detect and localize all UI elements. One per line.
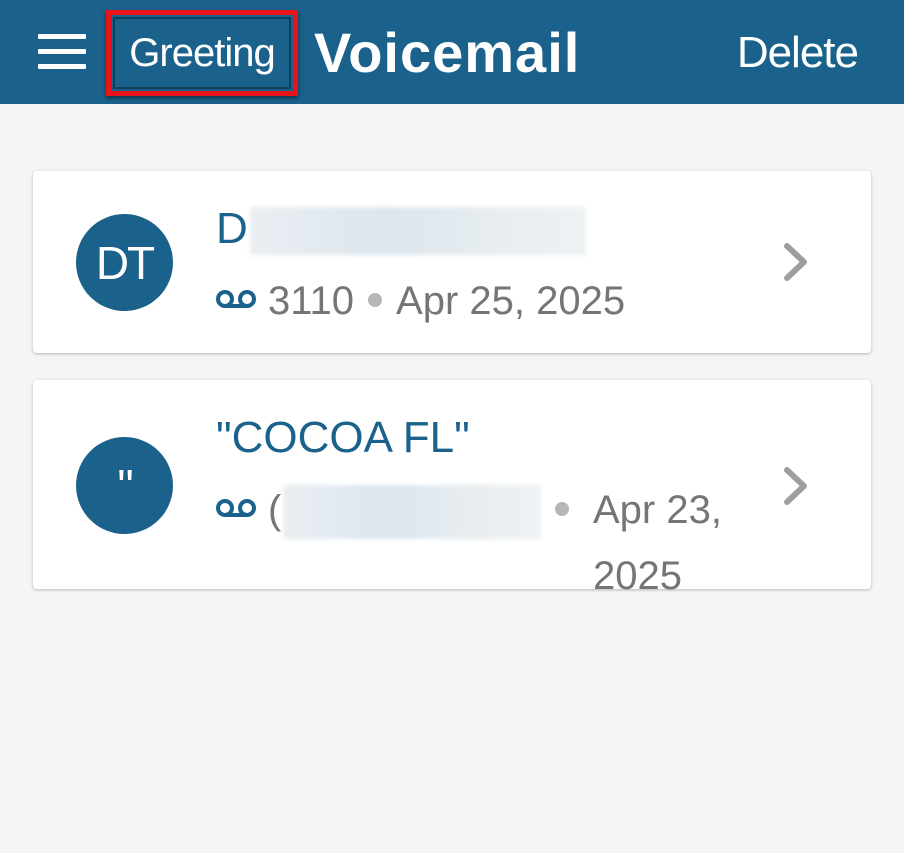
- caller-number: 3110: [268, 279, 355, 323]
- voicemail-date-line-1: Apr 23,: [593, 488, 722, 532]
- voicemail-meta: 3110 Apr 25, 2025: [216, 275, 625, 327]
- app-header: Greeting Voicemail Delete: [0, 0, 904, 104]
- separator-dot: [368, 293, 383, 308]
- page-title: Voicemail: [314, 21, 581, 84]
- voicemail-icon: [216, 290, 256, 309]
- voicemail-icon: [216, 499, 256, 518]
- voicemail-date: Apr 25, 2025: [396, 279, 626, 323]
- chevron-right-icon: [784, 243, 807, 281]
- voicemail-item-1[interactable]: DT D 3110 Apr 25, 2025: [33, 171, 871, 353]
- caller-name: "COCOA FL": [216, 413, 470, 462]
- voicemail-date-line-2: 2025: [593, 554, 682, 598]
- caller-number-prefix: (: [268, 488, 282, 532]
- delete-button[interactable]: Delete: [737, 24, 859, 82]
- voicemail-item-2[interactable]: " "COCOA FL" ( Apr 23, 2025: [33, 380, 871, 598]
- greeting-button[interactable]: Greeting: [106, 10, 298, 96]
- caller-name: D: [216, 201, 586, 257]
- greeting-button-label: Greeting: [129, 30, 275, 75]
- caller-number-redacted: [283, 485, 542, 540]
- avatar: DT: [76, 214, 173, 311]
- caller-name-visible: D: [216, 204, 248, 253]
- menu-button[interactable]: [38, 34, 88, 70]
- voicemail-date: Apr 23, 2025: [593, 484, 793, 602]
- avatar: ": [76, 437, 173, 534]
- caller-name-redacted: [249, 207, 586, 256]
- separator-dot: [555, 502, 570, 517]
- chevron-right-icon: [784, 467, 807, 505]
